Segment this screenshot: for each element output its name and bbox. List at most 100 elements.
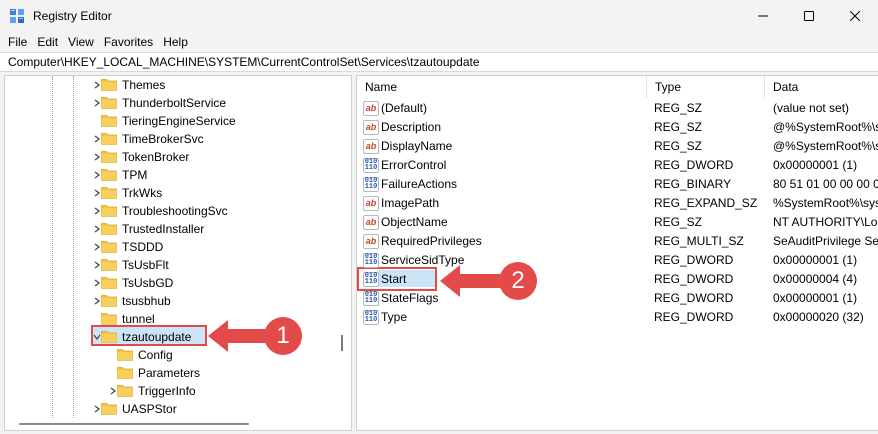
column-header-name[interactable]: Name xyxy=(357,76,647,98)
chevron-right-icon[interactable] xyxy=(93,225,101,233)
tree-item-trustedinstaller[interactable]: TrustedInstaller xyxy=(5,220,351,238)
registry-editor-icon xyxy=(10,9,24,23)
value-row-servicesidtype[interactable]: 010 110 ServiceSidType REG_DWORD 0x00000001 … xyxy=(357,251,878,270)
value-name: ErrorControl xyxy=(381,158,447,172)
value-data: 80 51 01 00 00 00 00 xyxy=(773,177,878,191)
chevron-right-icon[interactable] xyxy=(93,279,101,287)
tree-item-tieringengineservice[interactable]: TieringEngineService xyxy=(5,112,351,130)
folder-icon xyxy=(101,313,117,325)
tree-item-timebrokersvc[interactable]: TimeBrokerSvc xyxy=(5,130,351,148)
tree-item-tsusbhub[interactable]: tsusbhub xyxy=(5,292,351,310)
tree-item-label: tzautoupdate xyxy=(122,330,192,344)
tree-item-tsusbflt[interactable]: TsUsbFlt xyxy=(5,256,351,274)
values-pane[interactable]: Name Type Data ab (Default) REG_SZ (value n… xyxy=(356,75,878,431)
tree-item-parameters[interactable]: Parameters xyxy=(5,364,351,382)
folder-icon xyxy=(101,223,117,235)
chevron-right-icon[interactable] xyxy=(93,207,101,215)
value-data: SeAuditPrivilege Se xyxy=(773,234,878,248)
chevron-right-icon[interactable] xyxy=(93,99,101,107)
tree-item-label: tunnel xyxy=(122,312,155,326)
chevron-right-icon[interactable] xyxy=(93,297,101,305)
value-row-failureactions[interactable]: 010 110 FailureActions REG_BINARY 80 51 01 0… xyxy=(357,175,878,194)
tree-item-label: TSDDD xyxy=(122,240,164,254)
tree-vertical-scrollbar[interactable] xyxy=(341,335,343,351)
menu-view[interactable]: View xyxy=(63,33,99,51)
chevron-right-icon[interactable] xyxy=(93,243,101,251)
menu-file[interactable]: File xyxy=(4,33,32,51)
chevron-right-icon[interactable] xyxy=(93,153,101,161)
menu-edit[interactable]: Edit xyxy=(32,33,63,51)
close-icon xyxy=(850,11,860,21)
value-type: REG_DWORD xyxy=(654,158,734,172)
tree-horizontal-scrollbar[interactable] xyxy=(5,418,351,430)
string-value-icon: ab xyxy=(363,234,379,249)
tree-item-label: TimeBrokerSvc xyxy=(122,132,204,146)
value-row-displayname[interactable]: ab DisplayName REG_SZ @%SystemRoot%\sy xyxy=(357,137,878,156)
value-data: %SystemRoot%\sys xyxy=(773,196,878,210)
tree-item-tsddd[interactable]: TSDDD xyxy=(5,238,351,256)
minimize-button[interactable] xyxy=(740,0,786,32)
value-row-objectname[interactable]: ab ObjectName REG_SZ NT AUTHORITY\Loc xyxy=(357,213,878,232)
binary-value-icon: 010 110 xyxy=(363,177,379,192)
tree-item-triggerinfo[interactable]: TriggerInfo xyxy=(5,382,351,400)
maximize-button[interactable] xyxy=(786,0,832,32)
value-data: 0x00000001 (1) xyxy=(773,291,858,305)
close-button[interactable] xyxy=(832,0,878,32)
binary-value-icon: 010 110 xyxy=(363,253,379,268)
tree-item-config[interactable]: Config xyxy=(5,346,351,364)
folder-icon xyxy=(101,259,117,271)
tree-item-label: TieringEngineService xyxy=(122,114,236,128)
menu-bar: File Edit View Favorites Help xyxy=(0,32,878,52)
tree-item-tokenbroker[interactable]: TokenBroker xyxy=(5,148,351,166)
column-header-type[interactable]: Type xyxy=(647,76,765,98)
column-header-data[interactable]: Data xyxy=(765,76,878,98)
value-row-default[interactable]: ab (Default) REG_SZ (value not set) xyxy=(357,99,878,118)
binary-value-icon: 010 110 xyxy=(363,291,379,306)
chevron-right-icon[interactable] xyxy=(109,387,117,395)
chevron-down-icon[interactable] xyxy=(93,333,101,341)
menu-favorites[interactable]: Favorites xyxy=(99,33,158,51)
tree-item-label: Config xyxy=(138,348,173,362)
chevron-right-icon[interactable] xyxy=(93,171,101,179)
tree-item-label: TsUsbFlt xyxy=(122,258,169,272)
tree-scroll-thumb[interactable] xyxy=(19,423,249,425)
value-row-description[interactable]: ab Description REG_SZ @%SystemRoot%\sy xyxy=(357,118,878,137)
value-row-requiredprivileges[interactable]: ab RequiredPrivileges REG_MULTI_SZ SeAuditP… xyxy=(357,232,878,251)
tree-item-uaspstor[interactable]: UASPStor xyxy=(5,400,351,418)
address-bar[interactable]: Computer\HKEY_LOCAL_MACHINE\SYSTEM\Curre… xyxy=(0,52,878,72)
value-name: Start xyxy=(381,272,407,286)
value-data: 0x00000004 (4) xyxy=(773,272,858,286)
tree-item-label: Themes xyxy=(122,78,166,92)
value-row-errorcontrol[interactable]: 010 110 ErrorControl REG_DWORD 0x00000001 (1… xyxy=(357,156,878,175)
tree-item-themes[interactable]: Themes xyxy=(5,76,351,94)
value-type: REG_DWORD xyxy=(654,272,734,286)
value-name: ImagePath xyxy=(381,196,440,210)
value-name: DisplayName xyxy=(381,139,453,153)
folder-icon xyxy=(101,151,117,163)
value-row-start[interactable]: 010 110 Start REG_DWORD 0x00000004 (4) xyxy=(357,270,878,289)
value-row-imagepath[interactable]: ab ImagePath REG_EXPAND_SZ %SystemRoot%\sys xyxy=(357,194,878,213)
tree-item-trkwks[interactable]: TrkWks xyxy=(5,184,351,202)
menu-help[interactable]: Help xyxy=(158,33,193,51)
chevron-right-icon[interactable] xyxy=(93,135,101,143)
tree-item-label: tsusbhub xyxy=(122,294,171,308)
tree-item-tpm[interactable]: TPM xyxy=(5,166,351,184)
tree-item-tsusbgd[interactable]: TsUsbGD xyxy=(5,274,351,292)
tree-item-label: Parameters xyxy=(138,366,201,380)
tree-item-thunderboltservice[interactable]: ThunderboltService xyxy=(5,94,351,112)
tree-item-label: TrkWks xyxy=(122,186,163,200)
chevron-right-icon[interactable] xyxy=(93,81,101,89)
chevron-right-icon[interactable] xyxy=(93,261,101,269)
value-row-type[interactable]: 010 110 Type REG_DWORD 0x00000020 (32) xyxy=(357,308,878,327)
value-row-stateflags[interactable]: 010 110 StateFlags REG_DWORD 0x00000001 (1) xyxy=(357,289,878,308)
tree-item-label: TroubleshootingSvc xyxy=(122,204,228,218)
key-tree-pane[interactable]: Themes ThunderboltService TieringEngineSer… xyxy=(4,75,352,431)
chevron-right-icon[interactable] xyxy=(93,189,101,197)
tree-item-troubleshootingsvc[interactable]: TroubleshootingSvc xyxy=(5,202,351,220)
chevron-right-icon[interactable] xyxy=(93,405,101,413)
value-type: REG_DWORD xyxy=(654,291,734,305)
folder-icon xyxy=(101,205,117,217)
folder-icon xyxy=(101,187,117,199)
binary-value-icon: 010 110 xyxy=(363,158,379,173)
value-type: REG_SZ xyxy=(654,139,703,153)
